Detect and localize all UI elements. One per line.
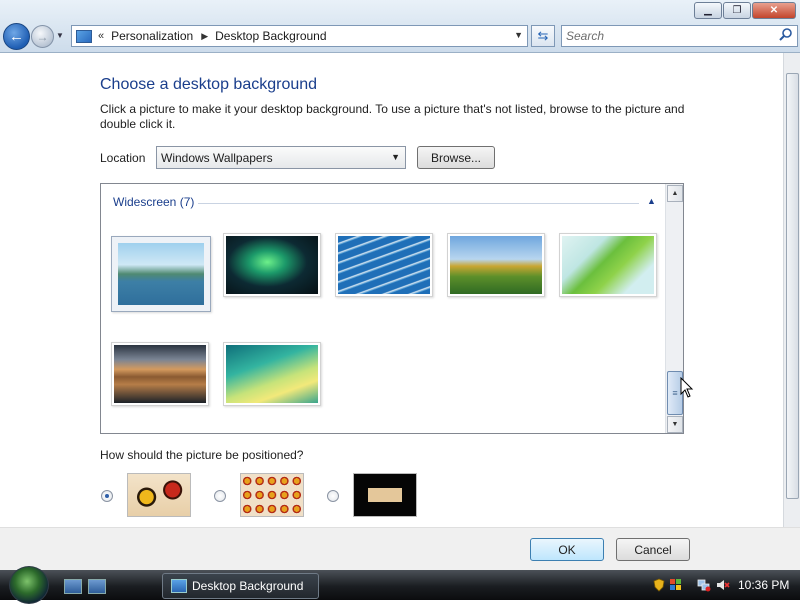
wallpaper-image: [338, 236, 430, 294]
search-box[interactable]: [561, 25, 798, 47]
minimize-button[interactable]: ▁: [694, 2, 722, 19]
maximize-button[interactable]: ❐: [723, 2, 751, 19]
position-tile-preview[interactable]: [240, 473, 304, 517]
thumbnail-vista-aurora[interactable]: [223, 342, 321, 406]
cancel-button[interactable]: Cancel: [616, 538, 690, 561]
breadcrumb-separator-icon[interactable]: ▶: [201, 31, 208, 42]
mouse-cursor-icon: [680, 377, 694, 398]
recent-pages-dropdown[interactable]: ▼: [56, 31, 64, 40]
position-center-preview[interactable]: [353, 473, 417, 517]
chevron-down-icon: ▼: [391, 152, 400, 162]
wallpaper-image: [226, 236, 318, 294]
thumbnail-palm-leaf[interactable]: [559, 233, 657, 297]
wallpaper-gallery: Widescreen (7) ▲ ▲ ≡ ▼: [100, 183, 684, 434]
wallpaper-image: [226, 345, 318, 403]
page-scrollbar-thumb[interactable]: [786, 73, 799, 499]
volume-muted-icon[interactable]: [716, 578, 730, 592]
position-radio-center[interactable]: [327, 490, 339, 502]
window-topbar: ▁ ❐ ✕ ← → ▼ « Personalization ▶ Desktop …: [0, 0, 800, 53]
wallpaper-image: [562, 236, 654, 294]
security-shield-icon[interactable]: [652, 578, 666, 592]
breadcrumb-overflow[interactable]: «: [98, 30, 104, 42]
main-content: Choose a desktop background Click a pict…: [0, 53, 783, 527]
group-divider: [198, 203, 639, 204]
show-desktop-icon[interactable]: [64, 579, 82, 594]
taskbar-item-label: Desktop Background: [192, 579, 304, 593]
location-value: Windows Wallpapers: [161, 150, 273, 165]
control-panel-icon: [76, 29, 92, 43]
windows-update-icon[interactable]: [669, 578, 683, 592]
scroll-up-button[interactable]: ▲: [667, 185, 683, 202]
wallpaper-image: [118, 243, 204, 305]
position-fit-preview[interactable]: [127, 473, 191, 517]
network-icon[interactable]: [697, 578, 711, 592]
forward-arrow-icon: →: [36, 29, 49, 44]
thumbnail-mountain-lake[interactable]: [111, 236, 211, 312]
switch-windows-icon[interactable]: [88, 579, 106, 594]
taskbar-item-desktop-background[interactable]: Desktop Background: [162, 573, 319, 599]
location-select[interactable]: Windows Wallpapers ▼: [156, 146, 406, 169]
group-header-widescreen[interactable]: Widescreen (7): [113, 195, 194, 209]
wallpaper-image: [450, 236, 542, 294]
thumbnail-fish-school[interactable]: [335, 233, 433, 297]
search-icon[interactable]: [778, 27, 794, 43]
page-scrollbar[interactable]: [783, 53, 800, 527]
refresh-button[interactable]: ⇆: [531, 25, 555, 47]
back-arrow-icon: ←: [9, 28, 24, 45]
clock[interactable]: 10:36 PM: [738, 578, 789, 592]
address-bar[interactable]: « Personalization ▶ Desktop Background ▼: [71, 25, 528, 47]
breadcrumb-personalization[interactable]: Personalization: [111, 29, 193, 43]
collapse-icon[interactable]: ▲: [647, 196, 656, 206]
browse-button[interactable]: Browse...: [417, 146, 495, 169]
refresh-icon: ⇆: [537, 28, 549, 43]
position-radio-fit[interactable]: [101, 490, 113, 502]
page-title: Choose a desktop background: [100, 76, 318, 93]
location-label: Location: [100, 151, 146, 165]
window-controls: ▁ ❐ ✕: [694, 2, 796, 19]
address-dropdown-icon[interactable]: ▼: [514, 30, 523, 40]
taskbar: Desktop Background 10:36 PM: [0, 566, 800, 604]
ok-button[interactable]: OK: [530, 538, 604, 561]
close-button[interactable]: ✕: [752, 2, 796, 19]
start-button[interactable]: [9, 566, 49, 604]
forward-button[interactable]: →: [31, 25, 54, 48]
control-panel-icon: [171, 579, 187, 593]
back-button[interactable]: ←: [3, 23, 30, 50]
thumbnail-aurora[interactable]: [223, 233, 321, 297]
thumbnail-green-valley[interactable]: [447, 233, 545, 297]
intro-text: Click a picture to make it your desktop …: [100, 102, 685, 131]
thumbnail-rock-reflection[interactable]: [111, 342, 209, 406]
wallpaper-image: [114, 345, 206, 403]
scroll-down-button[interactable]: ▼: [667, 416, 683, 433]
position-question: How should the picture be positioned?: [100, 448, 304, 462]
position-radio-tile[interactable]: [214, 490, 226, 502]
dialog-footer: OK Cancel: [0, 527, 800, 571]
breadcrumb-desktop-background[interactable]: Desktop Background: [215, 29, 326, 43]
search-input[interactable]: [564, 27, 768, 45]
